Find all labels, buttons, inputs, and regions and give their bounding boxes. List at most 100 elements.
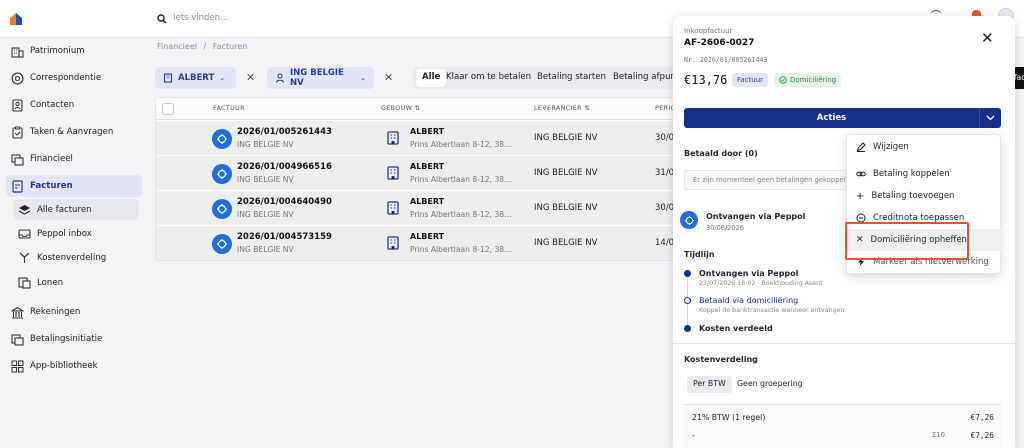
- building-icon: [10, 44, 24, 58]
- tab-geen-groepering[interactable]: Geen groepering: [737, 379, 803, 388]
- contacts-icon: [10, 98, 24, 112]
- table-row[interactable]: 2026/01/004640490 ING BELGIE NV ALBERT P…: [156, 191, 675, 226]
- sidebar-item-peppol-inbox[interactable]: Peppol inbox: [13, 223, 139, 244]
- sidebar-item-betalingsinitiatie[interactable]: Betalingsinitiatie: [6, 328, 142, 350]
- menu-item-wijzigen[interactable]: Wijzigen: [847, 136, 1002, 158]
- supplier-filter-label: ING BELGIE NV: [290, 68, 344, 88]
- sidebar-item-label: Lonen: [37, 277, 64, 288]
- clear-supplier-filter-icon[interactable]: ✕: [384, 71, 393, 84]
- sidebar-item-taken[interactable]: Taken & Aanvragen: [6, 121, 142, 143]
- breadcrumb-parent[interactable]: Financieel: [157, 42, 197, 51]
- check-circle-icon: [779, 76, 787, 84]
- sidebar-item-lonen[interactable]: Lonen: [13, 272, 139, 293]
- paid-by-heading: Betaald door (0): [684, 149, 758, 158]
- table-row[interactable]: 2026/01/005261443 ING BELGIE NV ALBERT P…: [156, 121, 675, 156]
- select-all-checkbox[interactable]: [162, 103, 174, 115]
- sidebar-item-label: Facturen: [30, 181, 73, 191]
- sidebar-item-facturen[interactable]: Facturen: [6, 175, 142, 197]
- search-input[interactable]: Iets vinden...: [173, 13, 228, 23]
- sidebar: Patrimonium Correspondentie Contacten Ta…: [0, 38, 148, 448]
- building-filter-chip[interactable]: ALBERT ⌄: [155, 67, 236, 89]
- supplier-name: ING BELGIE NV: [534, 168, 598, 178]
- sidebar-item-label: Kostenverdeling: [37, 252, 107, 263]
- sidebar-item-label: App-bibliotheek: [30, 361, 98, 371]
- invoice-supplier: ING BELGIE NV: [237, 210, 294, 219]
- payroll-icon: [17, 276, 31, 290]
- sidebar-item-app-bibliotheek[interactable]: App-bibliotheek: [6, 355, 142, 377]
- sidebar-item-alle-facturen[interactable]: Alle facturen: [13, 199, 139, 220]
- panel-title: AF-2606-0027: [684, 38, 755, 48]
- supplier-filter-chip[interactable]: ING BELGIE NV ⌄: [267, 67, 374, 89]
- panel-reference: Nr. 2026/01/005261443: [684, 56, 768, 64]
- bank-icon: [10, 305, 24, 319]
- invoice-supplier: ING BELGIE NV: [237, 245, 294, 254]
- period: 30/0: [655, 133, 675, 143]
- stack-icon: [17, 203, 31, 217]
- status-badge-label: Domiciliëring: [790, 76, 837, 84]
- segment-alle[interactable]: Alle: [416, 69, 447, 87]
- inbox-icon: [17, 227, 31, 241]
- menu-item-label: Betaling koppelen: [873, 169, 950, 179]
- sidebar-item-label: Taken & Aanvragen: [30, 127, 114, 137]
- sidebar-item-label: Patrimonium: [30, 46, 85, 56]
- period: 31/0: [655, 168, 675, 178]
- menu-item-betaling-koppelen[interactable]: Betaling koppelen: [847, 163, 1002, 185]
- timeline-item-title[interactable]: Betaald via domiciliëring: [699, 296, 798, 305]
- timeline-item-sub: 23/07/2026 16:02 · Boekhouding Asent: [699, 280, 823, 287]
- segment-betaling-starten[interactable]: Betaling starten: [537, 72, 606, 82]
- sidebar-item-financieel[interactable]: Financieel: [6, 148, 142, 170]
- chevron-down-icon: ⌄: [219, 74, 226, 82]
- clear-building-filter-icon[interactable]: ✕: [246, 71, 255, 84]
- chevron-down-icon[interactable]: [979, 108, 1001, 128]
- tab-per-btw[interactable]: Per BTW: [687, 376, 732, 393]
- peppol-logo-icon: [680, 211, 698, 229]
- segment-klaar-om-te-betalen[interactable]: Klaar om te betalen: [446, 72, 531, 82]
- timeline-item-sub: Koppel de banktransactie wanneer ontvang…: [699, 307, 847, 314]
- received-title: Ontvangen via Peppol: [706, 212, 806, 221]
- sidebar-item-patrimonium[interactable]: Patrimonium: [6, 40, 142, 62]
- building-name: ALBERT: [410, 127, 445, 136]
- sidebar-item-kostenverdeling[interactable]: Kostenverdeling: [13, 247, 139, 268]
- table-row[interactable]: 2026/01/004573159 ING BELGIE NV ALBERT P…: [156, 226, 675, 260]
- sidebar-item-contacten[interactable]: Contacten: [6, 94, 142, 116]
- cost-heading: Kostenverdeling: [684, 355, 758, 364]
- segment-betaling-afpunten[interactable]: Betaling afpun: [613, 72, 676, 82]
- status-badge: Domiciliëring: [774, 73, 842, 87]
- type-badge: Factuur: [732, 73, 769, 87]
- period: 14/0: [655, 238, 675, 248]
- menu-item-betaling-toevoegen[interactable]: + Betaling toevoegen: [847, 185, 1002, 207]
- search-icon[interactable]: [157, 14, 167, 24]
- payment-icon: [10, 332, 24, 346]
- column-header-leverancier[interactable]: LEVERANCIER ⇅: [534, 105, 590, 112]
- invoice-supplier: ING BELGIE NV: [237, 140, 294, 149]
- close-icon[interactable]: ✕: [981, 29, 994, 47]
- supplier-logo-icon: [212, 199, 232, 219]
- breadcrumb-current: Facturen: [212, 42, 248, 51]
- invoices-table: FACTUUR GEBOUW ⇅ LEVERANCIER ⇅ PERIO 202…: [155, 97, 676, 261]
- divider: [673, 343, 1015, 344]
- table-row[interactable]: 2026/01/004966516 ING BELGIE NV ALBERT P…: [156, 156, 675, 191]
- supplier-logo-icon: [212, 234, 232, 254]
- supplier-logo-icon: [212, 129, 232, 149]
- building-icon: [163, 73, 173, 83]
- timeline-dot: [684, 325, 691, 332]
- building-filter-label: ALBERT: [178, 73, 215, 83]
- timeline-dot: [684, 270, 691, 277]
- column-header-gebouw[interactable]: GEBOUW ⇅: [381, 105, 420, 112]
- vat-summary: 21% BTW (1 regel) €7,26 - Σ10 €7,26: [684, 404, 1001, 448]
- sidebar-item-label: Betalingsinitiatie: [30, 334, 103, 344]
- sidebar-item-label: Correspondentie: [30, 73, 102, 83]
- sidebar-item-correspondentie[interactable]: Correspondentie: [6, 67, 142, 89]
- actions-button-label: Acties: [816, 113, 847, 123]
- invoice-number: 2026/01/005261443: [237, 127, 332, 137]
- sidebar-item-label: Alle facturen: [37, 204, 92, 215]
- clipboard-icon: [10, 125, 24, 139]
- no-payments-text: Er zijn momenteel geen betalingen gekopp…: [693, 176, 850, 184]
- actions-button[interactable]: Acties: [684, 108, 1001, 128]
- sidebar-item-rekeningen[interactable]: Rekeningen: [6, 301, 142, 323]
- app-logo-icon[interactable]: [9, 12, 23, 26]
- column-header-factuur[interactable]: FACTUUR: [213, 105, 245, 112]
- building-icon: [387, 131, 399, 145]
- building-address: Prins Albertlaan 8-12, 38...: [410, 210, 512, 219]
- timeline-item-title: Kosten verdeeld: [699, 324, 773, 333]
